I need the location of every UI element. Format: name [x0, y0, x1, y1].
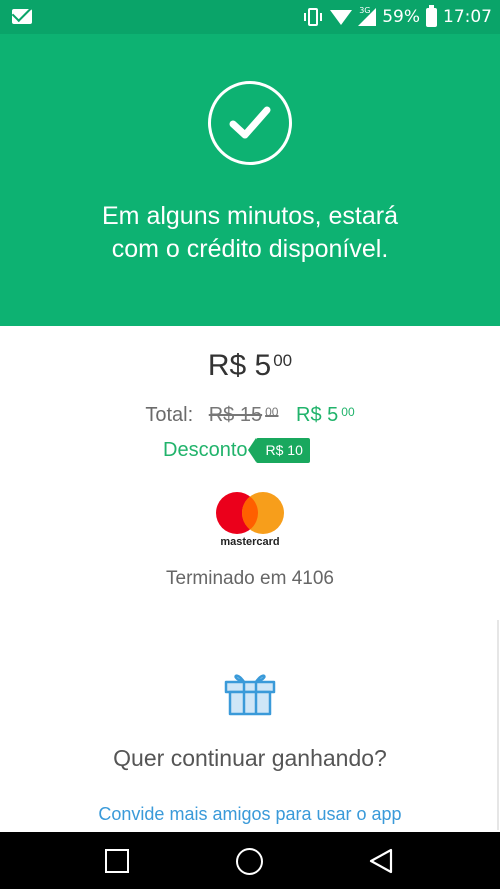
mastercard-logo-icon: mastercard: [214, 490, 286, 550]
success-message: Em alguns minutos, estará com o crédito …: [20, 200, 480, 266]
home-button[interactable]: [236, 848, 263, 875]
mail-notification-icon: [12, 9, 32, 24]
success-message-line1: Em alguns minutos, estará: [102, 202, 398, 230]
total-label: Total:: [145, 404, 194, 426]
invite-friends-link[interactable]: Convide mais amigos para usar o app: [0, 804, 500, 825]
clock: 17:07: [443, 7, 492, 27]
success-message-line2: com o crédito disponível.: [111, 235, 389, 263]
final-price-cents: 00: [341, 405, 355, 419]
system-nav-bar: [0, 832, 500, 889]
status-bar: 3G 59% 17:07: [0, 0, 500, 34]
vibrate-icon: [304, 8, 323, 26]
battery-percent: 59%: [382, 7, 420, 27]
paid-amount-cents: 00: [273, 351, 293, 370]
original-price: R$ 15 00: [209, 404, 279, 426]
original-price-cents: 00: [265, 405, 279, 419]
discount-label: Desconto: [163, 438, 248, 461]
success-header: Em alguns minutos, estará com o crédito …: [0, 34, 500, 326]
final-price: R$ 5 00: [296, 404, 355, 426]
scrollbar[interactable]: [497, 620, 499, 830]
screen: 3G 59% 17:07 Em alguns minutos, estará c…: [0, 0, 500, 889]
card-brand-label: mastercard: [220, 536, 280, 548]
wifi-icon: [330, 9, 353, 25]
discount-row: Desconto R$ 10: [163, 437, 310, 463]
promo-title: Quer continuar ganhando?: [113, 745, 387, 771]
total-row: Total: R$ 15 00 R$ 5 00: [0, 404, 500, 427]
check-circle-icon: [208, 81, 292, 165]
card-ending: Terminado em 4106: [166, 568, 334, 589]
recents-button[interactable]: [105, 849, 129, 873]
network-type-label: 3G: [359, 6, 371, 15]
cell-signal-icon: 3G: [358, 6, 377, 26]
discount-tag: R$ 10: [247, 437, 310, 463]
paid-amount: R$ 5 00: [0, 349, 500, 383]
final-price-main: R$ 5: [296, 404, 339, 426]
back-button[interactable]: [368, 847, 394, 879]
battery-icon: [426, 4, 437, 27]
original-price-main: R$ 15: [208, 404, 263, 426]
status-icons: 3G 59% 17:07: [302, 0, 492, 34]
paid-amount-main: R$ 5: [207, 349, 272, 382]
gift-icon: [222, 668, 278, 722]
